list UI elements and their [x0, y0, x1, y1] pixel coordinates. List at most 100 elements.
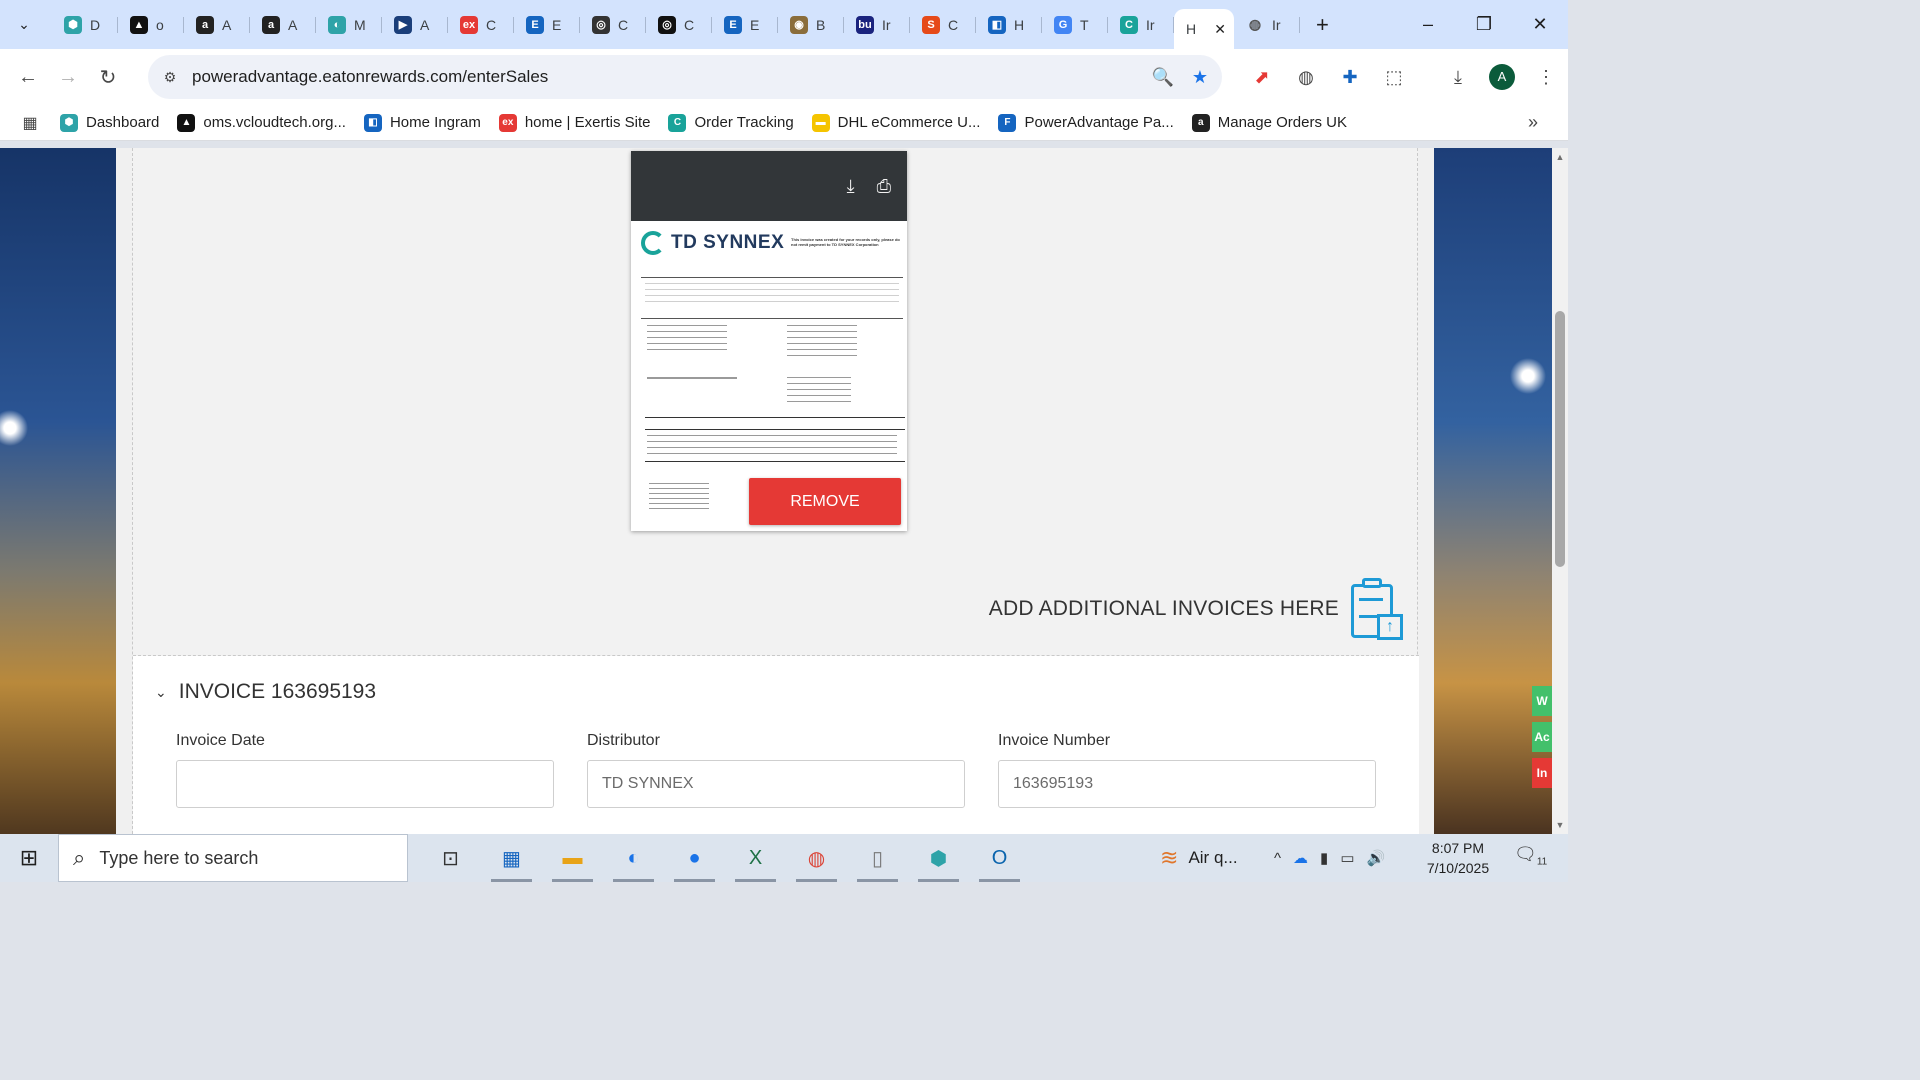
side-tab[interactable]: Ac — [1532, 722, 1552, 752]
file-explorer-icon[interactable]: ▬ — [542, 834, 603, 882]
show-hidden-icons-icon[interactable]: ^ — [1274, 850, 1281, 867]
bookmark-item[interactable]: F PowerAdvantage Pa... — [998, 113, 1174, 132]
tab[interactable]: ◧ H — [976, 7, 1042, 43]
tab[interactable]: ◉ B — [778, 7, 844, 43]
tab[interactable]: bu Ir — [844, 7, 910, 43]
tab[interactable]: ex C — [448, 7, 514, 43]
tab[interactable]: ◎ C — [646, 7, 712, 43]
profile-avatar[interactable]: A — [1489, 64, 1515, 90]
distributor-field: Distributor TD SYNNEX — [587, 732, 965, 808]
print-icon[interactable]: ⎙ — [877, 176, 891, 197]
extensions-icon[interactable]: ⬚ — [1372, 67, 1416, 88]
browser-menu-icon[interactable]: ⋮ — [1524, 67, 1568, 88]
url-text[interactable]: poweradvantage.eatonrewards.com/enterSal… — [192, 67, 548, 87]
tab[interactable]: ▶ A — [382, 7, 448, 43]
close-window-button[interactable]: ✕ — [1512, 14, 1568, 35]
side-tab[interactable]: W — [1532, 686, 1552, 716]
more-bookmarks-icon[interactable]: » — [1528, 112, 1538, 133]
close-tab-icon[interactable]: ✕ — [1214, 21, 1226, 38]
task-view-icon[interactable]: ⊡ — [420, 834, 481, 882]
invoice-date-input[interactable] — [176, 760, 554, 808]
volume-icon[interactable]: 🔊 — [1367, 849, 1386, 867]
app-icon[interactable]: ⬢ — [908, 834, 969, 882]
excel-icon[interactable]: X — [725, 834, 786, 882]
clipboard-upload-icon[interactable]: ↑ — [1349, 576, 1405, 642]
address-bar[interactable]: ⚙ poweradvantage.eatonrewards.com/enterS… — [148, 55, 1222, 99]
tab-favicon-icon: a — [262, 15, 280, 34]
chevron-down-icon[interactable]: ⌄ — [155, 684, 167, 701]
tab[interactable]: aA — [250, 7, 316, 43]
add-invoices-button[interactable]: ADD ADDITIONAL INVOICES HERE ↑ — [989, 576, 1405, 642]
tab-title: E — [552, 16, 562, 33]
new-tab-button[interactable]: + — [1316, 12, 1329, 38]
tab[interactable]: EE — [514, 7, 580, 43]
tab-search-button[interactable]: ⌄ — [6, 9, 42, 41]
reload-button[interactable]: ↻ — [88, 65, 128, 90]
bookmark-item[interactable]: ◧ Home Ingram — [363, 113, 481, 132]
tab[interactable]: C Ir — [1108, 7, 1174, 43]
restore-button[interactable]: ❐ — [1456, 14, 1512, 35]
tab[interactable]: SC — [910, 7, 976, 43]
invoice-number-input[interactable]: 163695193 — [998, 760, 1376, 808]
weather-widget[interactable]: ≋ Air q... — [1160, 834, 1238, 882]
invoice-upload-zone[interactable]: ⤓ ⎙ TD SYNNEX This invoice was created f… — [133, 148, 1419, 656]
invoice-number-label: Invoice Number — [998, 732, 1111, 749]
tab-title: Ir — [1272, 16, 1281, 33]
tab[interactable]: ⬢ D — [52, 7, 118, 43]
bookmark-item[interactable]: ex home | Exertis Site — [498, 113, 650, 132]
puzzle-extension-icon[interactable]: ✚ — [1328, 67, 1372, 88]
tab[interactable]: aA — [184, 7, 250, 43]
bookmark-label: Order Tracking — [694, 114, 794, 131]
minimize-button[interactable]: – — [1400, 14, 1456, 35]
search-placeholder: Type here to search — [99, 847, 259, 868]
acrobat-extension-icon[interactable]: ⬈ — [1240, 67, 1284, 88]
tab-active[interactable]: H ✕ — [1174, 9, 1234, 49]
bookmark-item[interactable]: ▬ DHL eCommerce U... — [811, 113, 980, 132]
enter-sales-page: ⤓ ⎙ TD SYNNEX This invoice was created f… — [116, 148, 1434, 834]
forward-button[interactable]: → — [48, 66, 88, 89]
apps-grid-icon[interactable]: ▦ — [0, 113, 60, 133]
bookmark-item[interactable]: ▲ oms.vcloudtech.org... — [177, 113, 346, 132]
bookmark-item[interactable]: ⬢ Dashboard — [60, 113, 159, 132]
onedrive-icon[interactable]: ☁ — [1293, 849, 1308, 867]
bookmark-star-icon[interactable]: ★ — [1192, 67, 1208, 88]
tab[interactable]: GT — [1042, 7, 1108, 43]
tab[interactable]: EE — [712, 7, 778, 43]
bookmark-label: PowerAdvantage Pa... — [1024, 114, 1174, 131]
tab[interactable]: ◐ M — [316, 7, 382, 43]
back-button[interactable]: ← — [8, 66, 48, 89]
download-icon[interactable]: ⤓ — [847, 176, 855, 197]
bookmark-item[interactable]: a Manage Orders UK — [1191, 113, 1347, 132]
remove-invoice-button[interactable]: REMOVE — [749, 478, 901, 525]
edge-icon[interactable]: ◐ — [603, 834, 664, 882]
notifications-icon[interactable]: 🗨11 — [1514, 844, 1547, 868]
zoom-icon[interactable]: ● — [664, 834, 725, 882]
scroll-up-arrow[interactable]: ▲ — [1554, 152, 1566, 162]
zoom-icon[interactable]: 🔍 — [1151, 67, 1173, 88]
downloads-icon[interactable]: ⤓ — [1436, 67, 1480, 88]
start-button[interactable]: ⊞ — [0, 845, 58, 871]
page-scrollbar[interactable]: ▲ ▼ — [1552, 148, 1568, 834]
taskbar-clock[interactable]: 8:07 PM 7/10/2025 — [1418, 838, 1498, 878]
scroll-down-arrow[interactable]: ▼ — [1554, 820, 1566, 830]
side-tab[interactable]: In — [1532, 758, 1552, 788]
tab[interactable]: ▲ o — [118, 7, 184, 43]
side-feedback-tabs: W Ac In — [1532, 686, 1552, 788]
taskbar-search[interactable]: ⌕ Type here to search — [58, 834, 408, 882]
network-icon[interactable]: ▭ — [1340, 849, 1354, 867]
tab-last[interactable]: ◍ Ir — [1234, 7, 1300, 43]
scrollbar-thumb[interactable] — [1555, 311, 1565, 567]
bookmark-item[interactable]: C Order Tracking — [668, 113, 794, 132]
notepad-icon[interactable]: ▯ — [847, 834, 908, 882]
invoice-number-field: Invoice Number 163695193 — [998, 732, 1376, 808]
tab[interactable]: ◎ C — [580, 7, 646, 43]
site-info-icon[interactable]: ⚙ — [148, 69, 192, 86]
chrome-icon[interactable]: ◍ — [786, 834, 847, 882]
battery-icon[interactable]: ▮ — [1320, 849, 1328, 867]
globe-extension-icon[interactable]: ◍ — [1284, 67, 1328, 88]
distributor-input[interactable]: TD SYNNEX — [587, 760, 965, 808]
invoice-header-toggle[interactable]: ⌄ INVOICE 163695193 — [155, 680, 376, 704]
document-line-item — [647, 435, 897, 455]
calculator-icon[interactable]: ▦ — [481, 834, 542, 882]
outlook-icon[interactable]: O — [969, 834, 1030, 882]
